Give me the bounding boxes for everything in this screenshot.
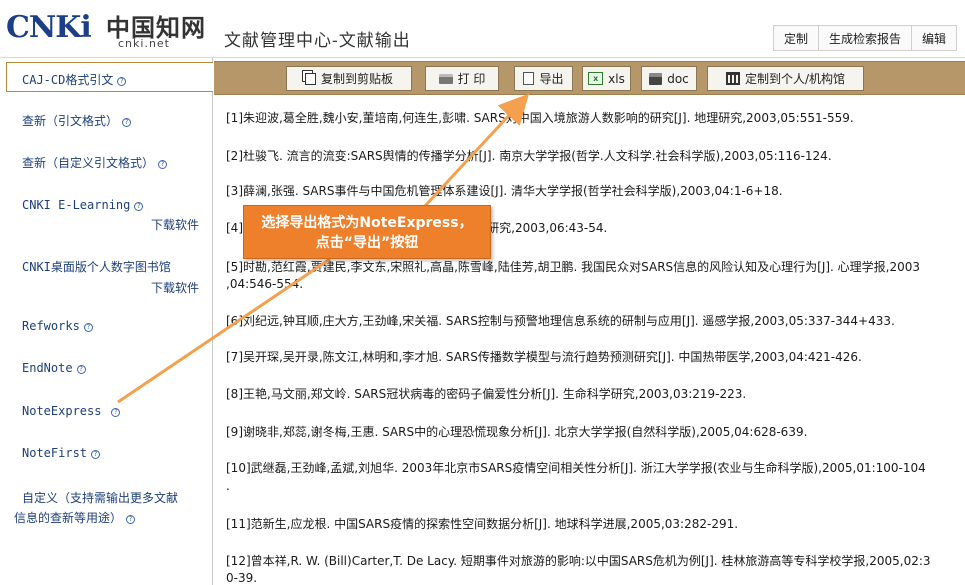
xls-button[interactable]: x xls	[582, 66, 631, 91]
sidebar-item-custom[interactable]: 自定义（支持需输出更多文献 信息的查新等用途）?	[0, 488, 213, 528]
sidebar-item-label-cont: 信息的查新等用途）	[14, 511, 123, 525]
list-item: [8]王艳,马文丽,郑文岭. SARS冠状病毒的密码子偏爱性分析[J]. 生命科…	[226, 387, 747, 401]
sidebar-item-label: CNKI E-Learning	[22, 198, 131, 212]
list-item: [9]谢晓非,郑蕊,谢冬梅,王惠. SARS中的心理恐慌现象分析[J]. 北京大…	[226, 425, 808, 439]
page-title: 文献管理中心-文献输出	[224, 31, 411, 51]
sidebar-item-chaxin-citation[interactable]: 查新（引文格式）?	[0, 112, 213, 129]
help-icon[interactable]: ?	[111, 408, 121, 417]
sidebar-item-label: NoteExpress	[22, 404, 102, 418]
export-button[interactable]: 导出	[514, 66, 573, 91]
sidebar-item-caj-cd[interactable]: CAJ-CD格式引文?	[6, 62, 213, 92]
sidebar-item-label: NoteFirst	[22, 446, 88, 460]
help-icon[interactable]: ?	[134, 202, 144, 211]
list-item: [3]薛澜,张强. SARS事件与中国危机管理体系建设[J]. 清华大学学报(哲…	[226, 184, 783, 198]
sidebar-item-label: EndNote	[22, 361, 73, 375]
sidebar-item-refworks[interactable]: Refworks?	[0, 319, 213, 333]
callout-line-1: 选择导出格式为NoteExpress，	[261, 215, 473, 231]
edit-link[interactable]: 编辑	[910, 26, 956, 50]
print-icon	[438, 73, 453, 84]
copy-button-label: 复制到剪贴板	[320, 72, 393, 86]
format-sidebar: CAJ-CD格式引文? 查新（引文格式）? 查新（自定义引文格式）? CNKI …	[0, 58, 213, 585]
cnki-logo[interactable]: CNKi 中国知网 cnki.net	[6, 8, 206, 54]
search-report-link[interactable]: 生成检索报告	[817, 26, 911, 50]
download-software-link[interactable]: 下载软件	[22, 279, 213, 296]
sidebar-item-label: CAJ-CD格式引文	[22, 73, 114, 87]
list-item: [11]范新生,应龙根. 中国SARS疫情的探索性空间数据分析[J]. 地球科学…	[226, 517, 739, 531]
list-item: [6]刘纪远,钟耳顺,庄大方,王劲峰,宋关福. SARS控制与预警地理信息系统的…	[226, 314, 895, 328]
sidebar-item-noteexpress[interactable]: NoteExpress?	[0, 404, 213, 418]
list-item-cont: 0-39.	[226, 571, 258, 585]
xls-icon: x	[588, 72, 604, 85]
top-links: 定制 生成检索报告 编辑	[772, 25, 957, 51]
sidebar-item-notefirst[interactable]: NoteFirst?	[0, 446, 213, 460]
doc-button-label: doc	[667, 71, 689, 86]
page-header: CNKi 中国知网 cnki.net 文献管理中心-文献输出 定制 生成检索报告…	[0, 0, 965, 58]
sidebar-item-label: Refworks	[22, 319, 80, 333]
list-item: [1]朱迎波,葛全胜,魏小安,董培南,何连生,彭啸. SARS对中国入境旅游人数…	[226, 111, 854, 125]
sidebar-item-e-learning[interactable]: CNKI E-Learning? 下载软件	[0, 198, 213, 233]
export-icon	[523, 72, 535, 85]
list-item-cont: ,04:546-554.	[226, 277, 304, 291]
library-button-label: 定制到个人/机构馆	[744, 72, 846, 86]
customize-link[interactable]: 定制	[774, 26, 818, 50]
callout-line-2: 点击“导出”按钮	[315, 235, 419, 251]
list-item: [7]吴开琛,吴开录,陈文江,林明和,李才旭. SARS传播数学模型与流行趋势预…	[226, 350, 862, 364]
sidebar-item-label: CNKI桌面版个人数字图书馆	[22, 260, 171, 274]
list-item: [12]曾本祥,R. W. (Bill)Carter,T. De Lacy. 短…	[226, 554, 931, 568]
list-item-cont: .	[226, 479, 230, 493]
sidebar-item-label: 查新（引文格式）	[22, 114, 119, 128]
sidebar-item-cnki-desktop[interactable]: CNKI桌面版个人数字图书馆 下载软件	[0, 258, 213, 296]
export-button-label: 导出	[539, 72, 564, 86]
doc-button[interactable]: doc	[641, 66, 697, 91]
export-toolbar: 复制到剪贴板 打 印 导出 x xls doc 定制到个人/机构馆	[214, 61, 965, 95]
sidebar-item-chaxin-custom[interactable]: 查新（自定义引文格式）?	[0, 154, 213, 171]
help-icon[interactable]: ?	[122, 118, 132, 127]
copy-to-clipboard-button[interactable]: 复制到剪贴板	[286, 66, 412, 91]
help-icon[interactable]: ?	[126, 515, 136, 524]
print-button[interactable]: 打 印	[425, 66, 499, 91]
download-software-link[interactable]: 下载软件	[22, 216, 213, 233]
help-icon[interactable]: ?	[76, 365, 86, 374]
list-item: [10]武继磊,王劲峰,孟斌,刘旭华. 2003年北京市SARS疫情空间相关性分…	[226, 461, 926, 475]
logo-wordmark: CNKi	[6, 10, 92, 45]
help-icon[interactable]: ?	[117, 77, 127, 86]
doc-icon	[649, 72, 663, 85]
xls-button-label: xls	[608, 71, 625, 86]
sidebar-item-label: 查新（自定义引文格式）	[22, 156, 155, 170]
sidebar-item-endnote[interactable]: EndNote?	[0, 361, 213, 375]
instruction-callout: 选择导出格式为NoteExpress， 点击“导出”按钮	[243, 205, 491, 259]
help-icon[interactable]: ?	[158, 160, 168, 169]
library-icon	[725, 72, 740, 85]
list-item: [5]时勘,范红霞,贾建民,李文东,宋照礼,高晶,陈雪峰,陆佳芳,胡卫鹏. 我国…	[226, 260, 921, 274]
copy-icon	[304, 72, 316, 85]
save-to-library-button[interactable]: 定制到个人/机构馆	[707, 66, 864, 91]
reference-list: [1]朱迎波,葛全胜,魏小安,董培南,何连生,彭啸. SARS对中国入境旅游人数…	[214, 96, 965, 585]
help-icon[interactable]: ?	[91, 450, 101, 459]
list-item: [2]杜骏飞. 流言的流变:SARS舆情的传播学分析[J]. 南京大学学报(哲学…	[226, 149, 832, 163]
logo-url: cnki.net	[118, 37, 170, 50]
sidebar-item-label: 自定义（支持需输出更多文献	[22, 491, 179, 505]
help-icon[interactable]: ?	[83, 323, 93, 332]
print-button-label: 打 印	[457, 72, 486, 86]
